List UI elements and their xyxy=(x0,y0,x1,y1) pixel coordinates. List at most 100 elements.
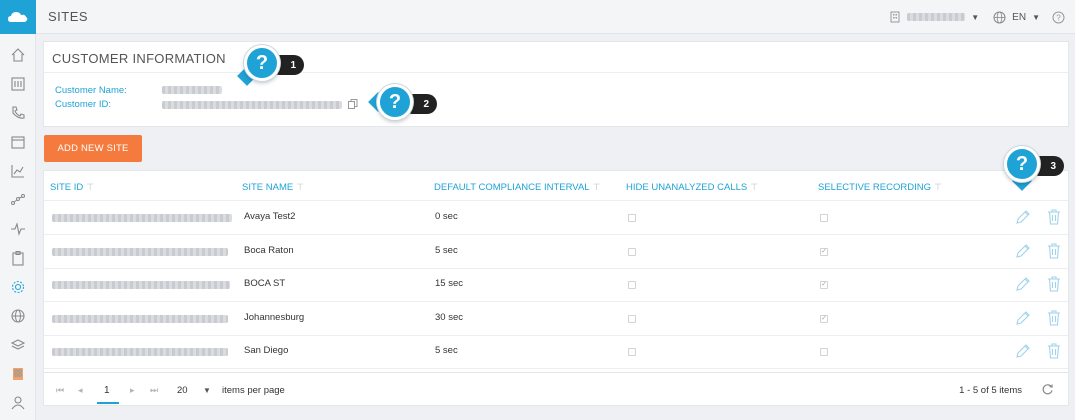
column-header-site-name[interactable]: SITE NAME ⊤ xyxy=(242,182,304,193)
sidebar-item-calendar[interactable] xyxy=(0,127,36,156)
column-header-site-id[interactable]: SITE ID ⊤ xyxy=(50,182,94,193)
sidebar-item-building[interactable] xyxy=(0,359,36,388)
sort-icon[interactable]: ⊤ xyxy=(86,182,94,192)
clipboard-icon xyxy=(12,250,24,266)
last-page-icon[interactable]: ⏭ xyxy=(150,385,158,396)
building-icon xyxy=(890,11,900,23)
selective-recording-checkbox[interactable]: ✓ xyxy=(820,247,828,256)
hide-unanalyzed-checkbox[interactable] xyxy=(628,214,636,222)
copy-icon[interactable] xyxy=(348,99,358,109)
calendar-icon xyxy=(11,135,25,149)
site-name-cell: San Diego xyxy=(244,345,289,356)
interval-cell: 15 sec xyxy=(435,278,463,289)
customer-name-value xyxy=(162,86,222,94)
chevron-down-icon[interactable]: ▼ xyxy=(971,13,979,22)
account-selector[interactable] xyxy=(907,13,966,21)
current-page-indicator xyxy=(97,402,119,404)
sort-icon[interactable]: ⊤ xyxy=(296,182,304,192)
page-size-select[interactable]: 20 xyxy=(177,385,188,396)
column-header-label: SITE NAME xyxy=(242,182,294,193)
language-selector[interactable]: EN xyxy=(1012,12,1026,23)
sidebar-item-pulse[interactable] xyxy=(0,214,36,243)
phone-icon xyxy=(12,105,25,119)
edit-icon[interactable] xyxy=(1014,208,1032,226)
sidebar xyxy=(0,0,36,420)
column-header-hide-unanalyzed[interactable]: HIDE UNANALYZED CALLS ⊤ xyxy=(626,182,758,193)
sidebar-item-users[interactable] xyxy=(0,388,36,417)
page-title: SITES xyxy=(48,9,89,24)
customer-information-card: CUSTOMER INFORMATION Customer Name: Cust… xyxy=(43,41,1069,127)
site-id-cell xyxy=(52,314,228,323)
chevron-down-icon[interactable]: ▼ xyxy=(203,386,211,395)
selective-recording-checkbox[interactable] xyxy=(820,348,828,356)
hide-unanalyzed-checkbox[interactable] xyxy=(628,348,636,356)
users-icon xyxy=(11,395,25,409)
site-name-cell: Avaya Test2 xyxy=(244,211,296,222)
edit-icon[interactable] xyxy=(1014,242,1032,260)
selective-recording-checkbox[interactable]: ✓ xyxy=(820,314,828,323)
column-header-label: SITE ID xyxy=(50,182,84,193)
card-title: CUSTOMER INFORMATION xyxy=(52,51,226,66)
sidebar-item-clipboard[interactable] xyxy=(0,243,36,272)
trash-icon[interactable] xyxy=(1046,275,1062,293)
pagination-bar: ⏮ ◂ 1 ▸ ⏭ 20 ▼ items per page 1 - 5 of 5… xyxy=(43,372,1069,406)
trash-icon[interactable] xyxy=(1046,208,1062,226)
sidebar-item-chart[interactable] xyxy=(0,156,36,185)
table-row: Boca Raton 5 sec ✓ xyxy=(44,235,1068,269)
column-header-compliance-interval[interactable]: DEFAULT COMPLIANCE INTERVAL ⊤ xyxy=(434,182,600,193)
sidebar-item-globe[interactable] xyxy=(0,301,36,330)
edit-icon[interactable] xyxy=(1014,309,1032,327)
interval-cell: 0 sec xyxy=(435,211,458,222)
selective-recording-checkbox[interactable] xyxy=(820,214,828,222)
help-icon: ? xyxy=(244,45,280,81)
logo[interactable] xyxy=(0,0,36,34)
hide-unanalyzed-checkbox[interactable] xyxy=(628,281,636,289)
trash-icon[interactable] xyxy=(1046,342,1062,360)
table-row: Avaya Test2 0 sec xyxy=(44,201,1068,235)
next-page-icon[interactable]: ▸ xyxy=(130,385,135,396)
edit-icon[interactable] xyxy=(1014,275,1032,293)
layers-icon xyxy=(10,338,26,350)
add-new-site-button[interactable]: ADD NEW SITE xyxy=(44,135,142,162)
customer-id-value xyxy=(162,101,342,109)
page-size-label: items per page xyxy=(222,385,285,396)
sidebar-item-analytics[interactable] xyxy=(0,185,36,214)
sort-icon[interactable]: ⊤ xyxy=(934,182,942,192)
column-header-selective-recording[interactable]: SELECTIVE RECORDING ⊤ xyxy=(818,182,942,193)
trash-icon[interactable] xyxy=(1046,309,1062,327)
current-page[interactable]: 1 xyxy=(104,385,110,396)
edit-icon[interactable] xyxy=(1014,342,1032,360)
help-icon: ? xyxy=(377,84,413,120)
sidebar-item-phone[interactable] xyxy=(0,98,36,127)
first-page-icon[interactable]: ⏮ xyxy=(56,385,64,396)
column-header-label: DEFAULT COMPLIANCE INTERVAL xyxy=(434,182,590,193)
customer-name-label: Customer Name: xyxy=(55,85,127,96)
column-header-label: SELECTIVE RECORDING xyxy=(818,182,931,193)
selective-recording-checkbox[interactable]: ✓ xyxy=(820,281,828,289)
sidebar-item-home[interactable] xyxy=(0,40,36,69)
refresh-icon[interactable] xyxy=(1041,383,1054,396)
cloud-logo-icon xyxy=(8,12,28,22)
hide-unanalyzed-checkbox[interactable] xyxy=(628,247,636,256)
sort-icon[interactable]: ⊤ xyxy=(593,182,601,192)
sidebar-item-gear[interactable] xyxy=(0,272,36,301)
svg-text:?: ? xyxy=(1056,13,1061,22)
interval-cell: 5 sec xyxy=(435,244,458,256)
dashboard-icon xyxy=(11,76,25,91)
site-name-cell: BOCA ST xyxy=(244,278,286,289)
hide-unanalyzed-checkbox[interactable] xyxy=(628,314,636,323)
trash-icon[interactable] xyxy=(1046,242,1062,260)
globe-icon[interactable] xyxy=(993,11,1006,24)
site-id-cell xyxy=(52,281,230,289)
interval-cell: 5 sec xyxy=(435,345,458,356)
sidebar-item-dashboard[interactable] xyxy=(0,69,36,98)
help-icon[interactable]: ? xyxy=(1052,11,1065,24)
sort-icon[interactable]: ⊤ xyxy=(750,182,758,192)
site-name-cell: Johannesburg xyxy=(244,311,305,323)
prev-page-icon[interactable]: ◂ xyxy=(78,385,83,396)
top-bar: SITES ▼ EN ▼ ? xyxy=(36,0,1075,34)
column-header-label: HIDE UNANALYZED CALLS xyxy=(626,182,748,193)
sidebar-item-layers[interactable] xyxy=(0,330,36,359)
analytics-icon xyxy=(11,193,25,205)
chevron-down-icon[interactable]: ▼ xyxy=(1032,13,1040,22)
